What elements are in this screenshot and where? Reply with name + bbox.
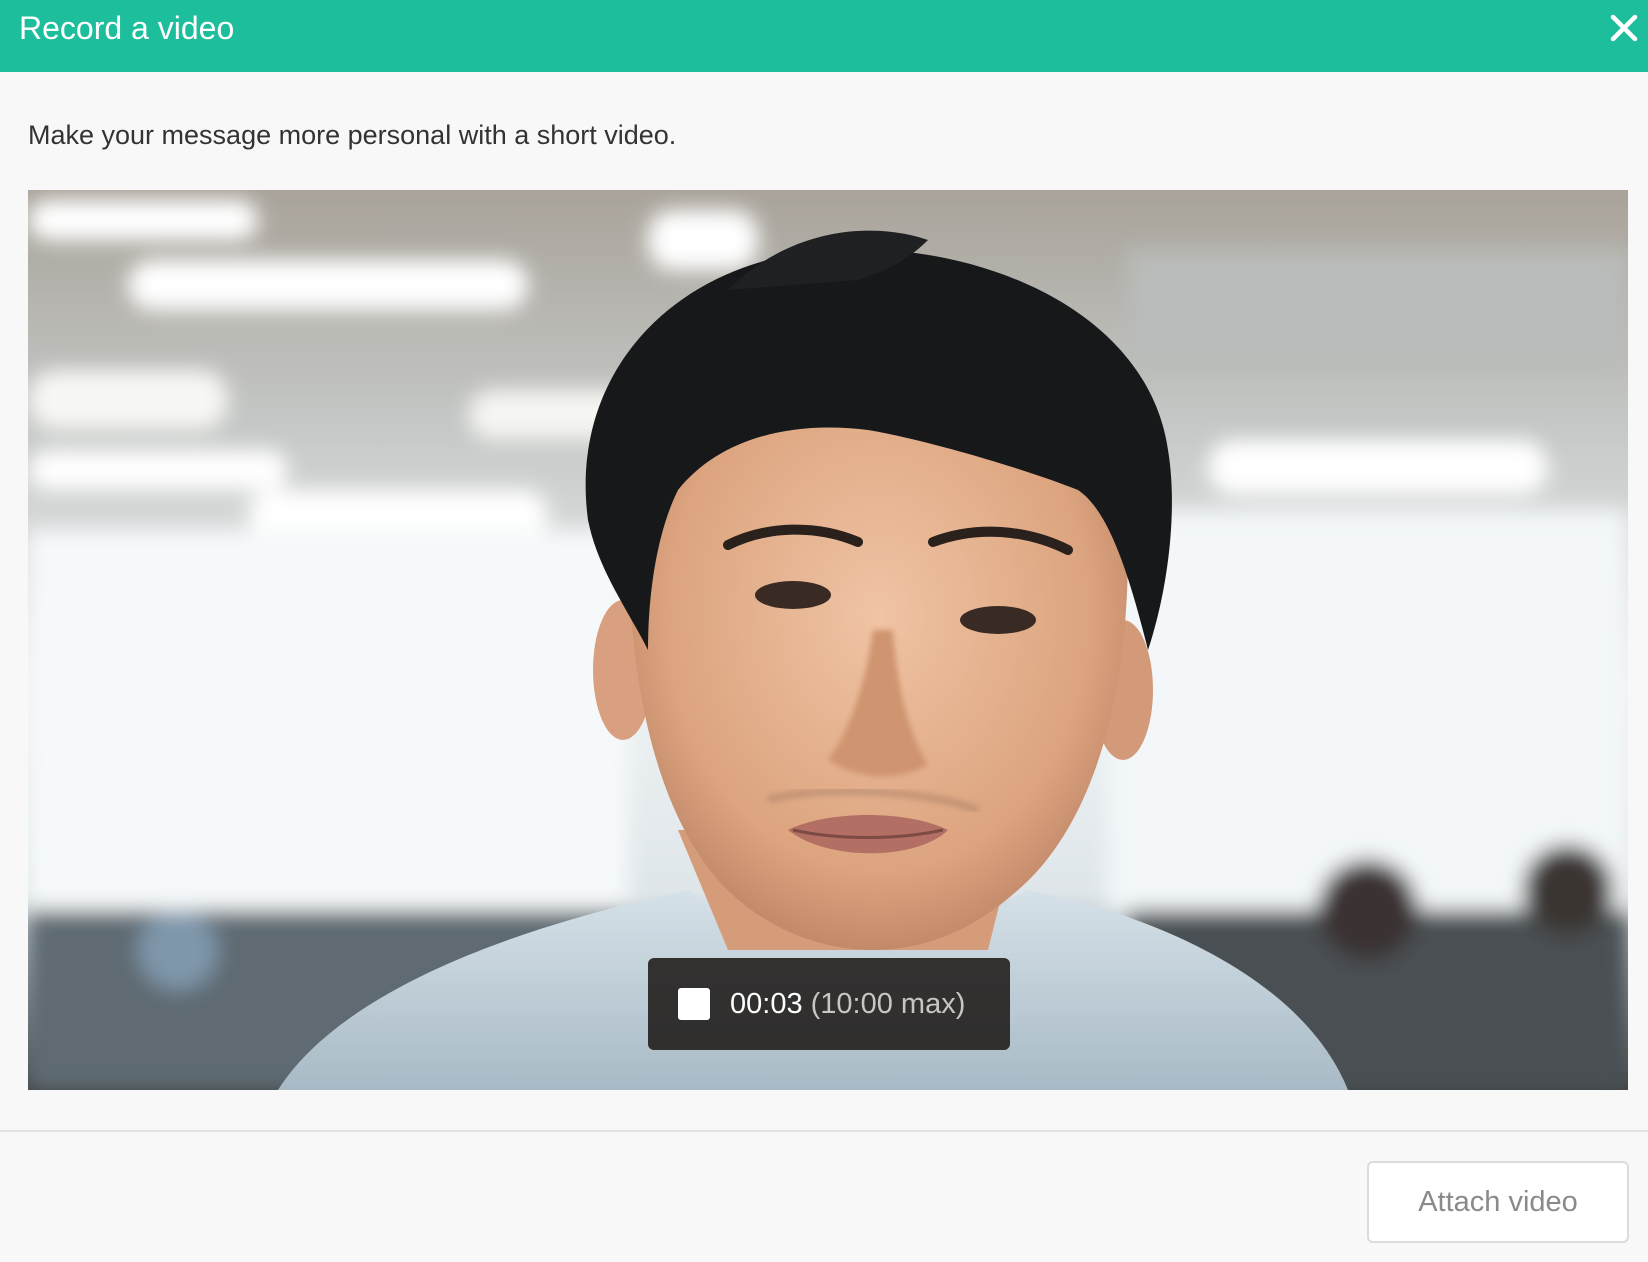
recording-controls: 00:03 (10:00 max) xyxy=(648,958,1010,1050)
video-preview: 00:03 (10:00 max) xyxy=(28,190,1628,1090)
attach-video-button[interactable]: Attach video xyxy=(1367,1161,1629,1243)
dialog-description: Make your message more personal with a s… xyxy=(28,120,677,150)
record-video-dialog: Record a video Make your message more pe… xyxy=(0,0,1648,1262)
close-icon xyxy=(1610,14,1638,42)
close-button[interactable] xyxy=(1604,8,1644,48)
recording-timer: 00:03 (10:00 max) xyxy=(730,982,965,1026)
dialog-title: Record a video xyxy=(19,10,235,46)
elapsed-time: 00:03 xyxy=(730,988,803,1020)
stop-recording-button[interactable] xyxy=(678,988,710,1020)
footer-divider xyxy=(0,1130,1648,1132)
dialog-header: Record a video xyxy=(0,0,1648,72)
max-duration: (10:00 max) xyxy=(810,988,966,1020)
camera-feed xyxy=(28,190,1628,1090)
